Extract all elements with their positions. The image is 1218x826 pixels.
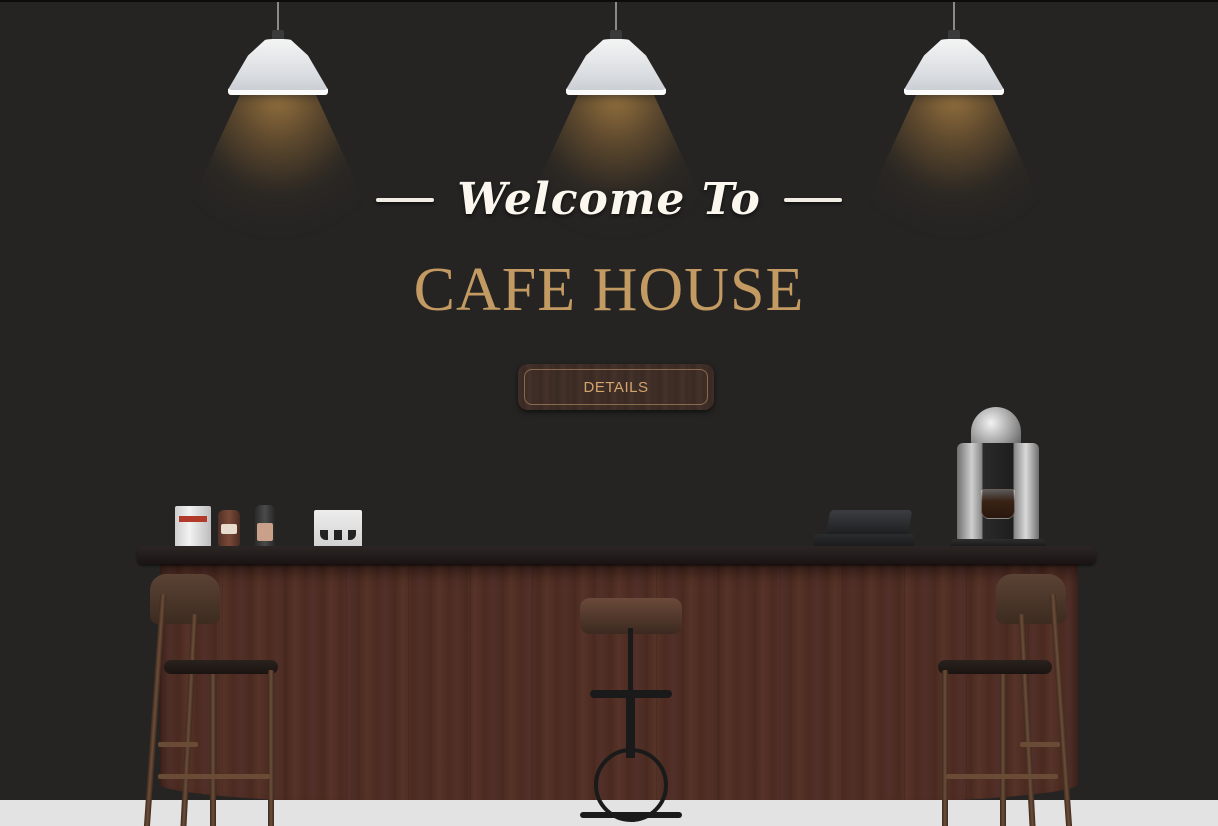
lamp-shade bbox=[566, 39, 666, 94]
product-bottle bbox=[255, 505, 275, 550]
product-jar bbox=[218, 510, 240, 550]
stool-leg bbox=[942, 670, 948, 826]
welcome-right-divider bbox=[783, 197, 842, 202]
stool-seat bbox=[938, 660, 1052, 674]
bar-counter-top bbox=[137, 546, 1096, 564]
stool-leg bbox=[1000, 674, 1006, 826]
stool-rung bbox=[158, 774, 270, 779]
coffee-machine bbox=[951, 407, 1045, 551]
pendant-lamp-center bbox=[561, 2, 671, 102]
details-button-label[interactable]: DETAILS bbox=[524, 369, 708, 405]
product-box bbox=[175, 506, 211, 549]
coffee-cup bbox=[981, 489, 1015, 519]
stool-rung bbox=[158, 742, 198, 747]
bar-stool-center bbox=[580, 598, 684, 826]
lamp-cord bbox=[615, 2, 617, 32]
lamp-rim bbox=[904, 90, 1004, 95]
stool-leg bbox=[210, 674, 216, 826]
lamp-cord bbox=[953, 2, 955, 32]
stool-seat bbox=[164, 660, 278, 674]
bar-stool-right bbox=[936, 574, 1076, 826]
lamp-shade bbox=[228, 39, 328, 94]
lamp-cap bbox=[948, 30, 960, 40]
lamp-cap bbox=[272, 30, 284, 40]
stool-footring bbox=[594, 748, 668, 822]
stool-leg bbox=[1018, 613, 1036, 826]
welcome-heading-row: Welcome To bbox=[0, 174, 1218, 225]
details-button[interactable]: DETAILS bbox=[518, 364, 714, 410]
lamp-cap bbox=[610, 30, 622, 40]
welcome-left-divider bbox=[376, 197, 435, 202]
stool-leg bbox=[143, 594, 167, 826]
bar-stool-left bbox=[140, 574, 280, 826]
stool-base bbox=[580, 812, 682, 818]
stool-leg bbox=[1049, 594, 1073, 826]
stool-seat bbox=[590, 690, 672, 698]
page-title: CAFE HOUSE bbox=[413, 256, 805, 324]
stool-rung bbox=[1020, 742, 1060, 747]
stool-post bbox=[628, 628, 633, 698]
lamp-rim bbox=[566, 90, 666, 95]
register-screen bbox=[825, 510, 913, 536]
lamp-shade bbox=[904, 39, 1004, 94]
stool-rung bbox=[946, 774, 1058, 779]
coffee-machine-top bbox=[971, 407, 1021, 447]
lamp-cord bbox=[277, 2, 279, 32]
welcome-heading: Welcome To bbox=[457, 174, 761, 225]
stool-leg bbox=[268, 670, 274, 826]
lamp-rim bbox=[228, 90, 328, 95]
coffee-bags bbox=[314, 510, 362, 551]
pendant-lamp-left bbox=[223, 2, 333, 102]
stool-leg bbox=[180, 613, 198, 826]
cafe-hero-scene: Welcome To CAFE HOUSE DETAILS bbox=[0, 0, 1218, 826]
pendant-lamp-right bbox=[899, 2, 1009, 102]
